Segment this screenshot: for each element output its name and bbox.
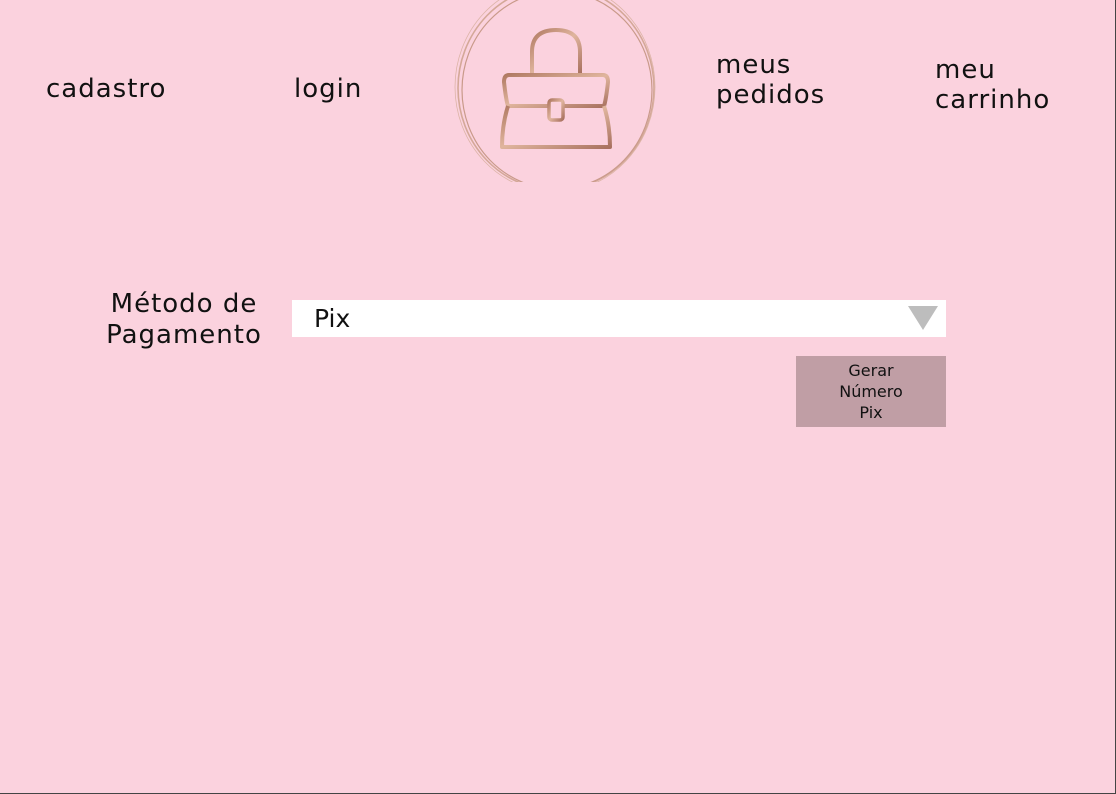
handbag-icon <box>454 0 656 182</box>
payment-method-label: Método de Pagamento <box>106 289 262 350</box>
payment-method-select[interactable]: Pix <box>292 300 946 337</box>
logo[interactable] <box>454 0 660 182</box>
nav-meu-carrinho[interactable]: meu carrinho <box>935 55 1050 115</box>
nav-cadastro[interactable]: cadastro <box>46 74 166 104</box>
generate-pix-button[interactable]: Gerar Número Pix <box>796 356 946 427</box>
payment-method-value: Pix <box>314 304 351 333</box>
dropdown-arrow-icon[interactable] <box>908 306 938 330</box>
nav-login[interactable]: login <box>294 74 362 104</box>
nav-meus-pedidos[interactable]: meus pedidos <box>716 50 825 110</box>
